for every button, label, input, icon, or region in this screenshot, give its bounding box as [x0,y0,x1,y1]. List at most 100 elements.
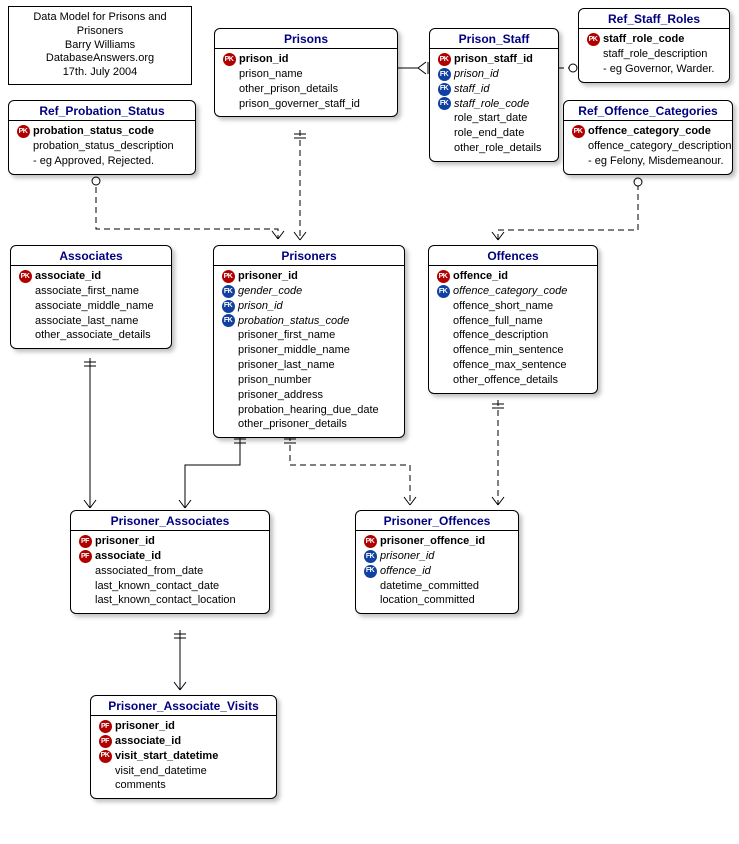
attribute-row: FKprobation_status_code [220,314,398,329]
fk-key-icon: FK [222,285,235,298]
attribute-row: other_associate_details [17,328,165,343]
entity-attributes: PKassociate_idassociate_first_nameassoci… [11,266,171,348]
attribute-name: associate_id [33,269,101,284]
pk-key-icon: PK [438,53,451,66]
attribute-row: prison_name [221,67,391,82]
attribute-row: PFprisoner_id [97,719,270,734]
attribute-row: PKprison_staff_id [436,52,552,67]
attribute-row: staff_role_description [585,47,723,62]
fk-key-icon: FK [438,68,451,81]
fk-key-icon: FK [437,285,450,298]
attribute-name: - eg Governor, Warder. [601,62,714,77]
entity-attributes: PKoffence_idFKoffence_category_codeoffen… [429,266,597,393]
attribute-row: FKgender_code [220,284,398,299]
attribute-name: prison_id [237,52,289,67]
attribute-row: prisoner_address [220,388,398,403]
attribute-name: offence_id [378,564,431,579]
attribute-name: probation_status_code [236,314,349,329]
attribute-row: offence_category_description [570,139,726,154]
attribute-name: other_associate_details [33,328,151,343]
attribute-name: probation_status_description [31,139,174,154]
attribute-row: - eg Felony, Misdemeanour. [570,154,726,169]
attribute-row: PKstaff_role_code [585,32,723,47]
attribute-name: associate_id [93,549,161,564]
attribute-row: associate_middle_name [17,299,165,314]
attribute-name: associate_last_name [33,314,138,329]
attribute-row: other_role_details [436,141,552,156]
pk-key-icon: PK [19,270,32,283]
pk-key-icon: PK [17,125,30,138]
attribute-row: FKstaff_role_code [436,97,552,112]
fk-key-icon: FK [364,550,377,563]
pk-key-icon: PK [437,270,450,283]
attribute-name: staff_role_code [601,32,684,47]
attribute-name: prisoner_id [93,534,155,549]
pk-key-icon: PK [572,125,585,138]
attribute-name: prisoner_id [236,269,298,284]
entity-attributes: PKprisoner_idFKgender_codeFKprison_idFKp… [214,266,404,437]
fk-key-icon: FK [364,565,377,578]
attribute-row: other_prisoner_details [220,417,398,432]
attribute-name: associate_first_name [33,284,139,299]
attribute-name: prison_name [237,67,303,82]
attribute-name: last_known_contact_date [93,579,219,594]
info-author: Barry Williams [15,39,185,53]
attribute-row: probation_status_description [15,139,189,154]
attribute-name: offence_category_code [586,124,711,139]
attribute-name: staff_role_description [601,47,707,62]
pk-key-icon: PK [223,53,236,66]
attribute-name: probation_status_code [31,124,154,139]
attribute-name: other_role_details [452,141,541,156]
attribute-row: other_offence_details [435,373,591,388]
attribute-name: gender_code [236,284,302,299]
attribute-row: offence_full_name [435,314,591,329]
attribute-row: PFassociate_id [77,549,263,564]
info-title: Data Model for Prisons and Prisoners [15,11,185,39]
attribute-name: associate_middle_name [33,299,154,314]
attribute-row: PKvisit_start_datetime [97,749,270,764]
pk-key-icon: PK [587,33,600,46]
entity-title: Prisoner_Offences [356,511,518,531]
attribute-name: prisoner_offence_id [378,534,485,549]
attribute-row: FKstaff_id [436,82,552,97]
entity-title: Associates [11,246,171,266]
attribute-row: prison_number [220,373,398,388]
attribute-row: location_committed [362,593,512,608]
entity-title: Offences [429,246,597,266]
attribute-row: other_prison_details [221,82,391,97]
fk-key-icon: FK [222,314,235,327]
attribute-name: prisoner_first_name [236,328,335,343]
attribute-name: prisoner_id [378,549,434,564]
entity-title: Prisoners [214,246,404,266]
attribute-row: PKprisoner_id [220,269,398,284]
attribute-row: FKprison_id [220,299,398,314]
diagram-info-box: Data Model for Prisons and PrisonersBarr… [8,6,192,85]
attribute-name: comments [113,778,166,793]
attribute-name: associate_id [113,734,181,749]
entity-attributes: PKprisoner_offence_idFKprisoner_idFKoffe… [356,531,518,613]
attribute-name: last_known_contact_location [93,593,236,608]
attribute-row: probation_hearing_due_date [220,403,398,418]
attribute-row: PKprisoner_offence_id [362,534,512,549]
pf-key-icon: PF [99,720,112,733]
info-source: DatabaseAnswers.org [15,52,185,66]
entity-attributes: PKoffence_category_codeoffence_category_… [564,121,732,174]
fk-key-icon: FK [438,83,451,96]
attribute-name: offence_id [451,269,508,284]
attribute-name: staff_role_code [452,97,529,112]
entity-title: Ref_Probation_Status [9,101,195,121]
entity-prisoners: Prisoners PKprisoner_idFKgender_codeFKpr… [213,245,405,438]
attribute-name: other_offence_details [451,373,558,388]
fk-key-icon: FK [222,300,235,313]
attribute-row: PKassociate_id [17,269,165,284]
attribute-name: location_committed [378,593,475,608]
attribute-name: staff_id [452,82,489,97]
entity-title: Prison_Staff [430,29,558,49]
attribute-row: offence_description [435,328,591,343]
attribute-name: prison_id [452,67,499,82]
info-date: 17th. July 2004 [15,66,185,80]
attribute-row: prisoner_first_name [220,328,398,343]
attribute-name: prisoner_address [236,388,323,403]
entity-ref-staff-roles: Ref_Staff_Roles PKstaff_role_codestaff_r… [578,8,730,83]
attribute-name: offence_short_name [451,299,553,314]
